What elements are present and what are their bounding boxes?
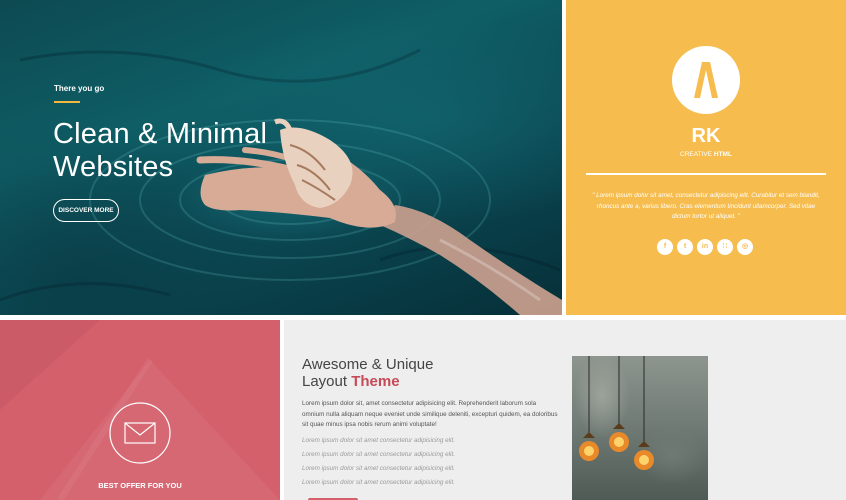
rss-icon[interactable]: ∷ [717, 239, 733, 255]
feature-list-item: Lorem ipsum dolor sit amet consectetur a… [302, 437, 455, 444]
offer-label: BEST OFFER FOR YOU [98, 481, 182, 490]
profile-subtitle-prefix: CREATIVE [680, 151, 713, 158]
discover-more-button[interactable]: DISCOVER MORE [53, 199, 119, 222]
lamps-photo [572, 356, 708, 500]
feature-heading-accent: Theme [351, 373, 400, 390]
brand-a-icon [694, 62, 718, 98]
hero-title-line1: Clean & Minimal [53, 118, 268, 150]
twitter-icon[interactable]: t [677, 239, 693, 255]
social-links: f t in ∷ ◎ [657, 239, 757, 255]
hanging-lamps-image [579, 356, 654, 470]
feature-section: Awesome & Unique Layout Theme Lorem ipsu… [284, 320, 846, 500]
hero-eyebrow-underline [54, 101, 80, 103]
feature-heading-line2: Layout Theme [302, 373, 400, 390]
profile-card: RK CREATIVE HTML " Lorem ipsum dolor sit… [566, 0, 846, 315]
feature-list-item: Lorem ipsum dolor sit amet consectetur a… [302, 479, 455, 486]
feature-heading-prefix: Layout [302, 373, 348, 390]
hero-section: There you go Clean & Minimal Websites DI… [0, 0, 562, 315]
profile-subtitle: CREATIVE HTML [566, 151, 846, 158]
brand-logo [672, 46, 740, 114]
feature-list-item: Lorem ipsum dolor sit amet consectetur a… [302, 465, 455, 472]
hero-title-line2: Websites [53, 151, 174, 183]
facebook-icon[interactable]: f [657, 239, 673, 255]
linkedin-icon[interactable]: in [697, 239, 713, 255]
feature-list-item: Lorem ipsum dolor sit amet consectetur a… [302, 451, 455, 458]
profile-subtitle-bold: HTML [713, 151, 732, 158]
dribbble-icon[interactable]: ◎ [737, 239, 753, 255]
page: There you go Clean & Minimal Websites DI… [0, 0, 846, 500]
hero-eyebrow: There you go [54, 84, 105, 93]
offer-background-pattern [0, 320, 280, 500]
profile-divider [586, 173, 826, 175]
profile-quote: " Lorem ipsum dolor sit amet, consectetu… [592, 192, 820, 220]
feature-heading-line1: Awesome & Unique [302, 356, 434, 373]
offer-card[interactable]: BEST OFFER FOR YOU [0, 320, 280, 500]
feature-paragraph: Lorem ipsum dolor sit, amet consectetur … [302, 400, 558, 428]
profile-name: RK [691, 125, 721, 147]
hero-title: Clean & Minimal Websites [53, 118, 267, 184]
